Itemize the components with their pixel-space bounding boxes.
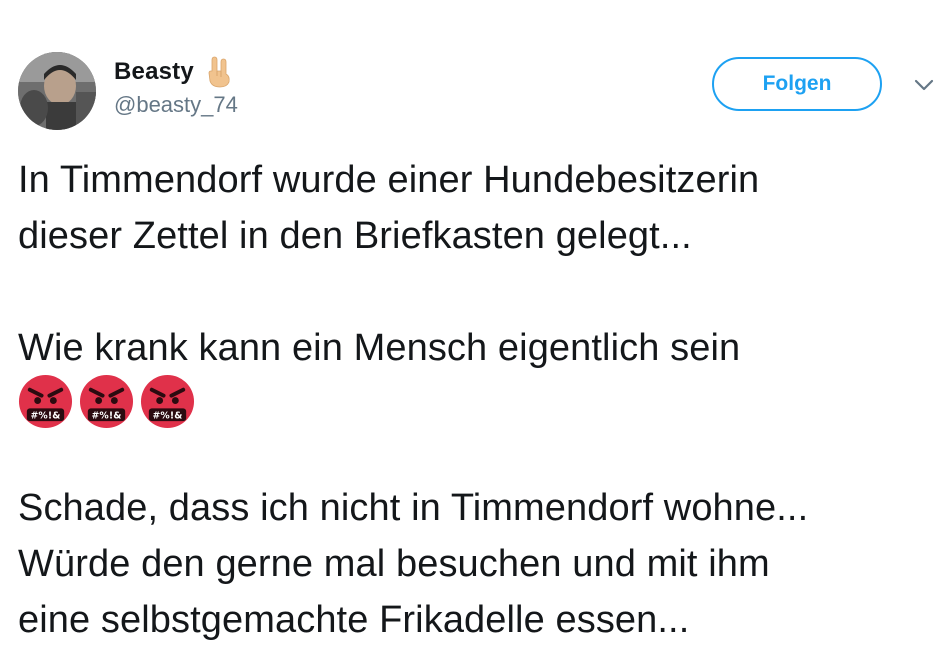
avatar[interactable] xyxy=(18,52,96,130)
svg-text:#%!&: #%!& xyxy=(31,410,61,421)
svg-text:#%!&: #%!& xyxy=(92,410,122,421)
tweet-header: Beasty @beasty_74 Folgen xyxy=(0,0,951,130)
author-display-name[interactable]: Beasty xyxy=(114,58,194,86)
follow-button[interactable]: Folgen xyxy=(712,57,882,111)
tweet-line: Schade, dass ich nicht in Timmendorf woh… xyxy=(18,487,809,529)
face-with-symbols-icon: #%!& xyxy=(79,374,134,428)
chevron-down-icon[interactable] xyxy=(913,78,935,92)
author-handle[interactable]: @beasty_74 xyxy=(114,92,238,118)
tweet-line: In Timmendorf wurde einer Hundebesitzeri… xyxy=(18,159,760,201)
sign-of-horns-emoji-icon xyxy=(208,56,230,88)
tweet-line: dieser Zettel in den Briefkasten gelegt.… xyxy=(18,215,692,257)
emoji-row: #%!& #%!& #%!& xyxy=(18,372,943,430)
tweet-line: Würde den gerne mal besuchen und mit ihm xyxy=(18,543,770,585)
face-with-symbols-icon: #%!& xyxy=(140,374,195,428)
svg-text:#%!&: #%!& xyxy=(153,410,183,421)
tweet-text: In Timmendorf wurde einer Hundebesitzeri… xyxy=(18,152,943,648)
face-with-symbols-icon: #%!& xyxy=(18,374,73,428)
tweet-line: eine selbstgemachte Frikadelle essen... xyxy=(18,599,690,641)
avatar-image xyxy=(18,52,96,130)
author-name-row[interactable]: Beasty xyxy=(114,56,232,88)
tweet-line: Wie krank kann ein Mensch eigentlich sei… xyxy=(18,327,741,369)
